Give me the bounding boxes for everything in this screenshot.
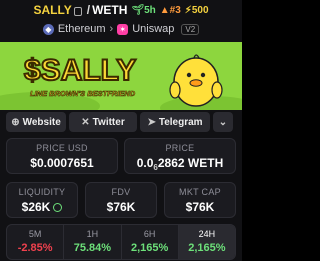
mktcap-label: MKT CAP: [179, 187, 221, 197]
globe-icon: ⊕: [11, 116, 20, 128]
price-usd-value: $0.0007651: [30, 156, 94, 170]
pair-header: SALLY / WETH 🌱︎ 5h ▲ #3 ⚡︎ 500: [0, 0, 242, 20]
mktcap-value: $76K: [185, 200, 215, 214]
change-tab-1h[interactable]: 1H 75.84%: [64, 225, 122, 259]
change-value: -2.85%: [17, 242, 53, 254]
change-value: 2,165%: [188, 242, 226, 254]
pair-separator: /: [86, 3, 91, 17]
website-button[interactable]: ⊕ Website: [6, 112, 66, 132]
telegram-button[interactable]: ➤ Telegram: [140, 112, 210, 132]
network-name[interactable]: Ethereum: [58, 23, 106, 35]
x-logo-icon: ✕: [81, 116, 90, 128]
banner-title: $SALLY: [24, 54, 136, 87]
token-banner: $SALLY LINE BROWN'S BESTFRIEND: [0, 42, 242, 110]
chain-info: ◆ Ethereum › ✶ Uniswap V2: [0, 20, 242, 38]
chevron-down-icon: ⌄: [218, 116, 228, 128]
age-badge: 🌱︎ 5h: [131, 4, 156, 16]
price-usd-label: PRICE USD: [36, 143, 88, 153]
copy-icon[interactable]: [73, 6, 82, 16]
change-tab-24h[interactable]: 24H 2,165%: [178, 225, 235, 259]
lightning-icon: ⚡︎: [184, 4, 192, 16]
price-change-tabs: 5M -2.85% 1H 75.84% 6H 2,165% 24H 2,165%: [6, 224, 236, 260]
fdv-label: FDV: [111, 187, 131, 197]
liquidity-card: LIQUIDITY $26K: [6, 182, 78, 218]
ethereum-icon: ◆: [42, 23, 54, 35]
banner-subtitle: LINE BROWN'S BESTFRIEND: [30, 89, 136, 98]
price-usd-card: PRICE USD $0.0007651: [6, 138, 118, 174]
price-native-label: PRICE: [165, 143, 195, 153]
zero-count: 6: [153, 163, 158, 172]
boost-badge[interactable]: ⚡︎ 500: [185, 5, 209, 16]
liquidity-label: LIQUIDITY: [18, 187, 66, 197]
price-native-card: PRICE 0.062862 WETH: [124, 138, 236, 174]
dex-version-badge: V2: [181, 23, 200, 35]
uniswap-icon: ✶: [117, 23, 129, 35]
quote-symbol: WETH: [92, 3, 128, 17]
fdv-card: FDV $76K: [85, 182, 157, 218]
liquidity-value: $26K: [21, 200, 51, 214]
twitter-button[interactable]: ✕ Twitter: [69, 112, 137, 132]
lock-icon[interactable]: [53, 203, 63, 212]
token-panel: SALLY / WETH 🌱︎ 5h ▲ #3 ⚡︎ 500 ◆ Ethereum ›…: [0, 0, 242, 261]
dex-name[interactable]: Uniswap: [132, 23, 174, 35]
social-links: ⊕ Website ✕ Twitter ➤ Telegram ⌄: [6, 112, 236, 132]
sprout-icon: 🌱︎: [131, 4, 145, 16]
change-tab-6h[interactable]: 6H 2,165%: [122, 225, 179, 259]
change-tab-5m[interactable]: 5M -2.85%: [7, 225, 65, 259]
more-links-button[interactable]: ⌄: [213, 112, 233, 132]
rank-badge: ▲ #3: [159, 4, 181, 16]
change-value: 2,165%: [130, 242, 169, 254]
price-native-unit: WETH: [187, 156, 224, 170]
change-value: 75.84%: [73, 242, 112, 254]
mktcap-card: MKT CAP $76K: [164, 182, 236, 218]
telegram-icon: ➤: [147, 116, 156, 128]
fdv-value: $76K: [106, 200, 136, 214]
price-native-value: 0.062862 WETH: [136, 156, 224, 172]
token-symbol: SALLY: [33, 3, 72, 17]
chevron-right-icon: ›: [109, 23, 114, 35]
fire-icon: ▲: [159, 4, 170, 16]
